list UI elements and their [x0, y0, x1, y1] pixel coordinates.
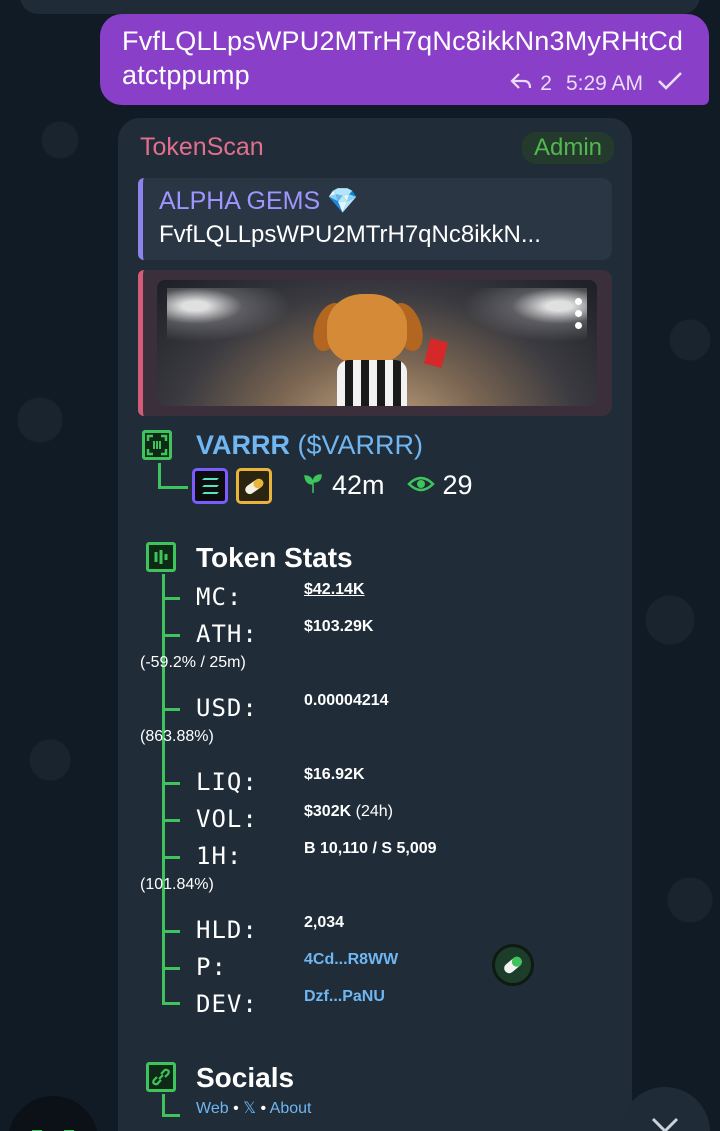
reply-quote[interactable]: ALPHA GEMS 💎 FvfLQLLpsWPU2MTrH7qNc8ikkN.…	[138, 178, 612, 260]
tree-line	[162, 930, 180, 933]
message-time: 5:29 AM	[565, 72, 643, 95]
tree-line	[162, 634, 180, 637]
stadium-light-left	[167, 288, 307, 348]
separator: •	[260, 1100, 267, 1117]
red-card	[423, 338, 449, 368]
previous-message-bubble	[20, 0, 700, 14]
reply-count: 2	[540, 72, 552, 95]
socials-links: Web • 𝕏 • About	[196, 1098, 311, 1118]
check-icon	[657, 71, 683, 97]
liq-label: LIQ:	[196, 768, 258, 796]
about-link[interactable]: About	[270, 1100, 312, 1117]
dog-head	[327, 294, 407, 364]
pill-badge-icon	[236, 468, 272, 504]
tree-line	[162, 1002, 180, 1005]
token-views: 29	[442, 470, 473, 500]
pill-icon[interactable]	[492, 944, 534, 986]
admin-badge: Admin	[521, 132, 614, 164]
sender-name[interactable]: TokenScan	[140, 133, 264, 162]
token-name-link[interactable]: VARRR	[196, 430, 290, 460]
media-preview[interactable]	[138, 270, 612, 416]
tree-line	[162, 967, 180, 970]
web-link[interactable]: Web	[196, 1100, 229, 1117]
stats-icon	[146, 542, 176, 572]
vol-period: (24h)	[355, 803, 393, 820]
pair-address-link[interactable]: 4Cd...R8WW	[304, 951, 398, 969]
liq-value: $16.92K	[304, 766, 365, 783]
ath-value: $103.29K	[304, 618, 374, 635]
stadium-light-right	[447, 288, 587, 348]
link-icon	[146, 1062, 176, 1092]
usd-value: 0.00004214	[304, 692, 389, 709]
outgoing-message-bubble[interactable]: FvfLQLLpsWPU2MTrH7qNc8ikkNn3MyRHtCdatctp…	[100, 14, 709, 105]
tree-line	[162, 1094, 165, 1116]
ath-change: (-59.2% / 25m)	[140, 654, 246, 671]
scroll-down-button[interactable]	[620, 1087, 710, 1131]
tree-line	[158, 486, 188, 489]
vol-label: VOL:	[196, 805, 258, 833]
tree-line	[162, 856, 180, 859]
h1-value: B 10,110 / S 5,009	[304, 840, 437, 857]
h1-change: (101.84%)	[140, 876, 214, 893]
tree-line	[162, 819, 180, 822]
h1-label: 1H:	[196, 842, 243, 870]
token-age: 42m	[332, 470, 385, 500]
token-stats-heading: Token Stats	[196, 542, 353, 573]
bot-avatar[interactable]	[8, 1096, 98, 1131]
token-ticker[interactable]: ($VARRR)	[298, 430, 424, 460]
scan-icon	[142, 430, 172, 460]
reply-title: ALPHA GEMS 💎	[159, 187, 359, 215]
hld-label: HLD:	[196, 916, 258, 944]
vol-row: $302K (24h)	[304, 803, 393, 821]
sprout-icon	[302, 470, 324, 501]
tree-line	[162, 708, 180, 711]
token-stats-row: 42m 29	[302, 470, 473, 501]
token-title-row: VARRR ($VARRR)	[196, 430, 423, 461]
usd-label: USD:	[196, 694, 258, 722]
vol-value: $302K	[304, 803, 352, 820]
referee-shirt	[337, 360, 407, 406]
x-link[interactable]: 𝕏	[243, 1100, 256, 1117]
ath-label: ATH:	[196, 620, 258, 648]
message-meta: 2 5:29 AM	[510, 71, 683, 97]
tree-line	[162, 1114, 180, 1117]
usd-change: (863.88%)	[140, 728, 214, 745]
hld-value: 2,034	[304, 914, 345, 931]
pair-label: P:	[196, 953, 227, 981]
dev-address-link[interactable]: Dzf...PaNU	[304, 988, 385, 1006]
eye-icon	[406, 470, 435, 501]
dev-label: DEV:	[196, 990, 258, 1018]
socials-heading: Socials	[196, 1062, 295, 1093]
bot-message-card[interactable]: TokenScan Admin ALPHA GEMS 💎 FvfLQLLpsWP…	[118, 118, 632, 1131]
solana-badge-icon	[192, 468, 228, 504]
mc-value[interactable]: $42.14K	[304, 581, 365, 599]
separator: •	[233, 1100, 239, 1117]
mc-label: MC:	[196, 583, 243, 611]
tree-line	[162, 574, 165, 1002]
reply-text: FvfLQLLpsWPU2MTrH7qNc8ikkN...	[159, 221, 541, 248]
more-options-icon[interactable]	[573, 298, 583, 329]
tree-line	[162, 597, 180, 600]
token-image[interactable]	[157, 280, 597, 406]
reply-arrow-icon	[510, 72, 532, 96]
tree-line	[162, 782, 180, 785]
